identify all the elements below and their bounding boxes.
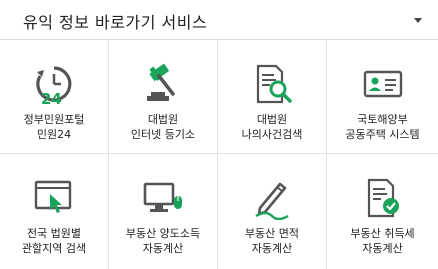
quick-links-widget: 유익 정보 바로가기 서비스 24 정부민원포털 민원24 대법원 인터넷 등기…: [0, 0, 438, 269]
shortcut-label: 부동산 양도소득 자동계산: [125, 227, 201, 255]
monitor-mouse-icon: [141, 176, 185, 220]
shortcut-grid: 24 정부민원포털 민원24 대법원 인터넷 등기소 대법원 나의사건검색 국토…: [0, 40, 438, 269]
shortcut-label: 대법원 나의사건검색: [241, 113, 303, 141]
shortcut-internet-registry[interactable]: 대법원 인터넷 등기소: [109, 40, 218, 154]
widget-title: 유익 정보 바로가기 서비스: [23, 13, 208, 32]
gavel-icon: [141, 62, 185, 106]
widget-header[interactable]: 유익 정보 바로가기 서비스: [0, 0, 438, 40]
shortcut-acquisition-tax-calc[interactable]: 부동산 취득세 자동계산: [327, 154, 438, 269]
pencil-ruler-icon: [250, 176, 294, 220]
shortcut-case-search[interactable]: 대법원 나의사건검색: [218, 40, 327, 154]
shortcut-label: 전국 법원별 관할지역 검색: [21, 227, 87, 255]
shortcut-minwon24[interactable]: 24 정부민원포털 민원24: [0, 40, 109, 154]
svg-text:24: 24: [41, 90, 62, 106]
shortcut-label: 부동산 면적 자동계산: [244, 227, 300, 255]
document-search-icon: [250, 62, 294, 106]
shortcut-area-calc[interactable]: 부동산 면적 자동계산: [218, 154, 327, 269]
shortcut-capital-gains-calc[interactable]: 부동산 양도소득 자동계산: [109, 154, 218, 269]
shortcut-label: 부동산 취득세 자동계산: [350, 227, 415, 255]
shortcut-label: 대법원 인터넷 등기소: [130, 113, 196, 141]
shortcut-court-jurisdiction[interactable]: 전국 법원별 관할지역 검색: [0, 154, 109, 269]
id-card-icon: [361, 62, 405, 106]
clock-24-icon: 24: [32, 62, 76, 106]
browser-click-icon: [32, 176, 76, 220]
shortcut-label: 정부민원포털 민원24: [23, 113, 85, 141]
shortcut-label: 국토해양부 공동주택 시스템: [345, 113, 420, 141]
caret-down-icon[interactable]: [414, 18, 422, 23]
document-check-icon: [361, 176, 405, 220]
shortcut-apartment-system[interactable]: 국토해양부 공동주택 시스템: [327, 40, 438, 154]
